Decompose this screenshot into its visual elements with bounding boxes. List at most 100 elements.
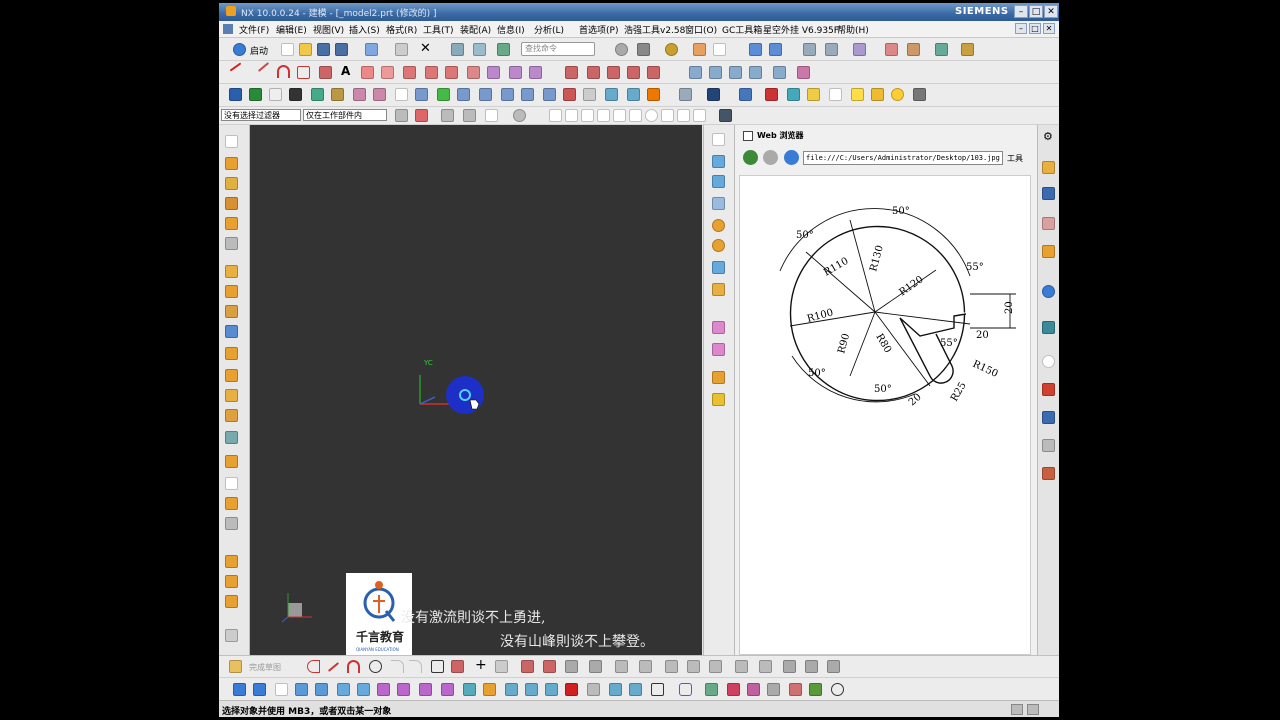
system-scene-icon[interactable] bbox=[1042, 411, 1055, 424]
menu-app-icon[interactable] bbox=[223, 24, 233, 34]
script-icon[interactable] bbox=[913, 88, 926, 101]
ellipse-icon[interactable] bbox=[361, 66, 374, 79]
roles-icon[interactable] bbox=[1042, 467, 1055, 480]
window-icon[interactable] bbox=[829, 88, 842, 101]
menu-haoqiang-tools[interactable]: 浩强工具v2.58 bbox=[624, 23, 685, 36]
snap-on-curve-icon[interactable] bbox=[677, 109, 690, 122]
rotate-object-icon[interactable] bbox=[747, 683, 760, 696]
doc-close-button[interactable]: ✕ bbox=[1043, 23, 1055, 34]
measure-icon[interactable] bbox=[853, 43, 866, 56]
sketch-offset-icon[interactable] bbox=[495, 660, 508, 673]
menu-assembly[interactable]: 装配(A) bbox=[460, 23, 491, 36]
snap-control-icon[interactable] bbox=[597, 109, 610, 122]
surface-icon[interactable] bbox=[689, 66, 702, 79]
blend-icon[interactable] bbox=[331, 88, 344, 101]
part-navigator-icon[interactable] bbox=[1042, 161, 1055, 174]
eye-icon[interactable] bbox=[513, 109, 526, 122]
unite-icon[interactable] bbox=[415, 88, 428, 101]
sew-icon[interactable] bbox=[501, 88, 514, 101]
border-icon[interactable] bbox=[651, 683, 664, 696]
history-icon[interactable] bbox=[1042, 355, 1055, 368]
undo-icon[interactable] bbox=[365, 43, 378, 56]
status-info-icon[interactable] bbox=[1027, 704, 1039, 715]
paste-icon[interactable] bbox=[497, 43, 510, 56]
view-iso-icon[interactable] bbox=[712, 197, 725, 210]
groove-icon[interactable] bbox=[225, 347, 238, 360]
sketch-circle-icon[interactable] bbox=[369, 660, 382, 673]
settings-gear-icon[interactable]: ⚙ bbox=[1043, 130, 1053, 143]
sketch-update-icon[interactable] bbox=[827, 660, 840, 673]
orient-to-sketch-icon[interactable] bbox=[783, 660, 796, 673]
snap-point-icon[interactable] bbox=[549, 109, 562, 122]
pencil-icon[interactable] bbox=[483, 683, 496, 696]
polygon-icon[interactable] bbox=[319, 66, 332, 79]
line-icon[interactable] bbox=[229, 62, 242, 72]
snap-existing-icon[interactable] bbox=[661, 109, 674, 122]
lasso-icon[interactable] bbox=[463, 109, 476, 122]
menu-preferences[interactable]: 首选项(P) bbox=[579, 23, 618, 36]
menu-gc-toolbox[interactable]: GC工具箱 bbox=[722, 23, 762, 36]
reuse-library-icon[interactable] bbox=[1042, 245, 1055, 258]
sketch-pattern-icon[interactable] bbox=[615, 660, 628, 673]
constraint-navigator-icon[interactable] bbox=[1042, 217, 1055, 230]
slot-icon[interactable] bbox=[225, 325, 238, 338]
render-style-icon[interactable] bbox=[637, 43, 650, 56]
status-indicator-icon[interactable] bbox=[1011, 704, 1023, 715]
trim-curve-icon[interactable] bbox=[565, 66, 578, 79]
surface-edit-icon[interactable] bbox=[773, 66, 786, 79]
offset-curve-icon[interactable] bbox=[425, 66, 438, 79]
draft-body-icon[interactable] bbox=[225, 455, 238, 468]
select-filter-icon[interactable] bbox=[415, 109, 428, 122]
menu-file[interactable]: 文件(F) bbox=[239, 23, 269, 36]
forward-icon[interactable] bbox=[763, 150, 778, 165]
open-folder-icon[interactable] bbox=[299, 43, 312, 56]
play-icon[interactable] bbox=[809, 683, 822, 696]
flange-icon[interactable] bbox=[525, 683, 538, 696]
orient-view-icon[interactable] bbox=[749, 43, 762, 56]
intersect-curve-icon[interactable] bbox=[487, 66, 500, 79]
tangent-icon[interactable] bbox=[705, 683, 718, 696]
select-all-icon[interactable] bbox=[395, 109, 408, 122]
move-face-icon[interactable] bbox=[605, 88, 618, 101]
reattach-icon[interactable] bbox=[805, 660, 818, 673]
pan-view-icon[interactable] bbox=[712, 239, 725, 252]
maximize-button[interactable]: □ bbox=[1029, 5, 1043, 18]
save-as-icon[interactable] bbox=[335, 43, 348, 56]
book-icon[interactable] bbox=[269, 88, 282, 101]
command-search-input[interactable]: 查找命令 bbox=[521, 42, 595, 56]
menu-edit[interactable]: 编辑(E) bbox=[276, 23, 307, 36]
project-curve-icon[interactable] bbox=[467, 66, 480, 79]
profile-icon[interactable] bbox=[307, 660, 320, 673]
snap-center-icon[interactable] bbox=[629, 109, 642, 122]
bridge-curve-icon[interactable] bbox=[445, 66, 458, 79]
hexagon-icon[interactable] bbox=[679, 683, 692, 696]
offset-icon[interactable] bbox=[225, 497, 238, 510]
finish-sketch-button[interactable]: 完成草图 bbox=[249, 662, 281, 673]
sketch-point-icon[interactable]: + bbox=[475, 657, 487, 673]
calculator-icon[interactable] bbox=[871, 88, 884, 101]
menu-insert[interactable]: 插入(S) bbox=[349, 23, 380, 36]
section-icon[interactable] bbox=[907, 43, 920, 56]
rotate-view-icon[interactable] bbox=[712, 219, 725, 232]
grid-icon[interactable] bbox=[935, 43, 948, 56]
instance-icon[interactable] bbox=[225, 595, 238, 608]
helix-icon[interactable] bbox=[403, 66, 416, 79]
extrude-icon[interactable] bbox=[229, 88, 242, 101]
gear-wheel-icon[interactable] bbox=[787, 88, 800, 101]
move-object-icon[interactable] bbox=[225, 555, 238, 568]
view-frame-icon[interactable] bbox=[713, 43, 726, 56]
revolve-icon[interactable] bbox=[249, 88, 262, 101]
start-icon[interactable] bbox=[233, 43, 246, 56]
shell-body-icon[interactable] bbox=[225, 431, 238, 444]
assembly-navigator-icon[interactable] bbox=[1042, 187, 1055, 200]
menu-info[interactable]: 信息(I) bbox=[497, 23, 525, 36]
quick-trim-icon[interactable] bbox=[521, 660, 534, 673]
studio-icon[interactable] bbox=[712, 371, 725, 384]
boss-icon[interactable] bbox=[225, 265, 238, 278]
sketch-polygon-icon[interactable] bbox=[451, 660, 464, 673]
zoom-view-icon[interactable] bbox=[769, 43, 782, 56]
wireframe-icon[interactable] bbox=[712, 283, 725, 296]
auto-constrain-icon[interactable] bbox=[709, 660, 722, 673]
face-blend-icon[interactable] bbox=[789, 683, 802, 696]
convert-reference-icon[interactable] bbox=[735, 660, 748, 673]
